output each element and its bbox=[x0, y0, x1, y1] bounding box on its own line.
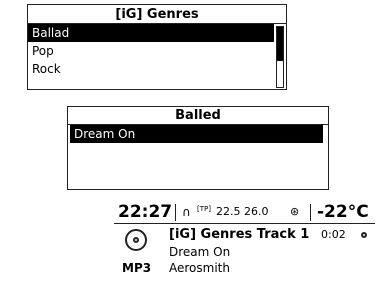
headphone-icon: ∩ bbox=[182, 205, 191, 219]
bluetooth-icon: ⊛ bbox=[290, 205, 300, 218]
genres-screen: [iG] Genres Ballad Pop Rock bbox=[27, 4, 287, 90]
genres-scrollbar[interactable] bbox=[276, 26, 284, 88]
temperature-readout: 22.5 26.0 bbox=[216, 205, 269, 218]
track-title: [iG] Genres Track 1 bbox=[169, 227, 310, 242]
scrollbar-thumb[interactable] bbox=[277, 27, 283, 61]
disc-icon bbox=[125, 229, 147, 251]
genre-item-ballad[interactable]: Ballad bbox=[28, 24, 274, 42]
genre-item-pop[interactable]: Pop bbox=[28, 42, 274, 60]
outside-temperature: -22°C bbox=[317, 202, 369, 222]
genre-item-rock[interactable]: Rock bbox=[28, 60, 274, 78]
genres-list: Ballad Pop Rock bbox=[28, 24, 274, 78]
genres-title: [iG] Genres bbox=[28, 5, 286, 24]
status-divider bbox=[175, 204, 176, 221]
now-playing-info: MP3 [iG] Genres Track 1 0:02 Dream On Ae… bbox=[114, 224, 375, 280]
elapsed-time: 0:02 bbox=[321, 228, 346, 241]
status-bar: 22:27 ∩ [TP] 22.5 26.0 ⊛ -22°C bbox=[114, 201, 375, 224]
now-playing-screen: 22:27 ∩ [TP] 22.5 26.0 ⊛ -22°C MP3 [iG] … bbox=[114, 201, 375, 280]
media-format: MP3 bbox=[122, 261, 152, 275]
ballad-track-list: Dream On bbox=[70, 125, 323, 143]
playback-indicator-icon bbox=[361, 232, 367, 238]
ballad-screen: Balled Dream On bbox=[67, 106, 329, 190]
clock: 22:27 bbox=[118, 202, 173, 222]
track-item-dream-on[interactable]: Dream On bbox=[70, 125, 323, 143]
artist-name: Aerosmith bbox=[169, 261, 230, 275]
traffic-program-indicator: [TP] bbox=[197, 205, 211, 213]
ballad-title: Balled bbox=[68, 107, 328, 125]
status-divider bbox=[310, 204, 311, 221]
song-name: Dream On bbox=[169, 245, 231, 259]
